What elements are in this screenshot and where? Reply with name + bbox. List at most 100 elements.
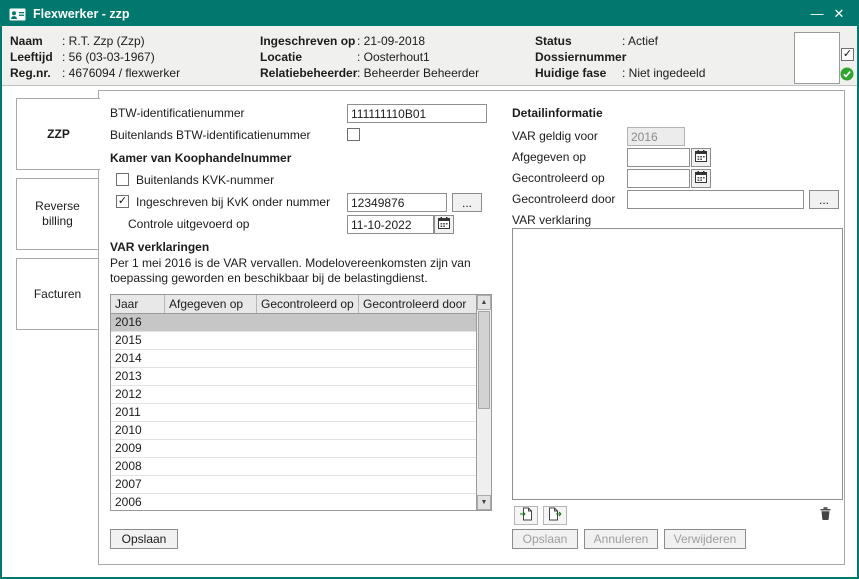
- tab-zzp[interactable]: ZZP: [16, 98, 100, 170]
- cell-gecontroleerd-op: [257, 440, 359, 457]
- cell-gecontroleerd-door: [359, 314, 476, 331]
- column-header-jaar[interactable]: Jaar: [111, 295, 165, 313]
- cell-jaar: 2015: [111, 332, 165, 349]
- kvk-lookup-button[interactable]: ...: [452, 193, 482, 212]
- table-row[interactable]: 2014: [111, 350, 476, 368]
- document-arrow-out-icon: [548, 507, 562, 524]
- calendar-icon: [695, 150, 707, 165]
- scroll-thumb[interactable]: [478, 311, 490, 409]
- table-row[interactable]: 2013: [111, 368, 476, 386]
- var-export-button[interactable]: [543, 506, 567, 525]
- cell-afgegeven-op: [165, 404, 257, 421]
- cell-gecontroleerd-door: [359, 476, 476, 493]
- btw-input[interactable]: [347, 104, 487, 123]
- cell-jaar: 2012: [111, 386, 165, 403]
- cell-gecontroleerd-op: [257, 314, 359, 331]
- dossiernummer-label: Dossiernummer: [535, 49, 622, 65]
- ingeschreven-op-value: : 21-09-2018: [357, 33, 425, 49]
- relatiebeheerder-value: : Beheerder Beheerder: [357, 65, 479, 81]
- gecontroleerd-door-lookup-button[interactable]: ...: [809, 190, 839, 209]
- cell-afgegeven-op: [165, 458, 257, 475]
- foreign-btw-label: Buitenlands BTW-identificatienummer: [110, 127, 311, 143]
- table-row[interactable]: 2011: [111, 404, 476, 422]
- table-row[interactable]: 2010: [111, 422, 476, 440]
- table-row[interactable]: 2006: [111, 494, 476, 510]
- header-checkbox[interactable]: ✓: [841, 48, 854, 61]
- titlebar: Flexwerker - zzp — ✕: [2, 2, 857, 26]
- gecontroleerd-op-input[interactable]: [627, 169, 690, 188]
- tab-facturen[interactable]: Facturen: [16, 258, 99, 330]
- status-value: : Actief: [622, 33, 658, 49]
- cell-jaar: 2016: [111, 314, 165, 331]
- afgegeven-calendar-button[interactable]: [691, 148, 711, 167]
- cell-afgegeven-op: [165, 440, 257, 457]
- gecontroleerd-door-label: Gecontroleerd door: [512, 191, 615, 207]
- gecontroleerd-door-input[interactable]: [627, 190, 804, 209]
- column-header-afgegeven-op[interactable]: Afgegeven op: [165, 295, 257, 313]
- column-header-gecontroleerd-door[interactable]: Gecontroleerd door: [359, 295, 476, 313]
- var-import-button[interactable]: [514, 506, 538, 525]
- foreign-btw-checkbox[interactable]: [347, 128, 360, 141]
- cell-gecontroleerd-op: [257, 350, 359, 367]
- detail-cancel-button: Annuleren: [584, 529, 658, 549]
- calendar-icon: [438, 217, 450, 232]
- status-label: Status: [535, 33, 622, 49]
- cell-gecontroleerd-door: [359, 404, 476, 421]
- cell-gecontroleerd-door: [359, 458, 476, 475]
- zzp-panel: BTW-identificatienummer Buitenlands BTW-…: [98, 90, 845, 565]
- trash-icon: [819, 506, 832, 523]
- controle-date-input[interactable]: [347, 215, 434, 234]
- gecontroleerd-op-label: Gecontroleerd op: [512, 170, 605, 186]
- detail-title: Detailinformatie: [512, 105, 603, 121]
- delete-var-button[interactable]: [815, 505, 835, 524]
- cell-afgegeven-op: [165, 422, 257, 439]
- cell-jaar: 2007: [111, 476, 165, 493]
- scroll-up-button[interactable]: ▲: [477, 295, 491, 310]
- afgegeven-input[interactable]: [627, 148, 690, 167]
- table-row[interactable]: 2007: [111, 476, 476, 494]
- kvk-registered-checkbox[interactable]: ✓: [116, 195, 129, 208]
- cell-gecontroleerd-op: [257, 332, 359, 349]
- cell-gecontroleerd-op: [257, 386, 359, 403]
- close-button[interactable]: ✕: [828, 2, 850, 26]
- regnr-value: : 4676094 / flexwerker: [62, 65, 180, 81]
- tab-reverse-billing[interactable]: Reverse billing: [16, 178, 99, 250]
- cell-afgegeven-op: [165, 314, 257, 331]
- var-verklaring-label: VAR verklaring: [512, 212, 591, 228]
- table-row[interactable]: 2009: [111, 440, 476, 458]
- locatie-label: Locatie: [260, 49, 357, 65]
- kvk-number-input[interactable]: [347, 193, 447, 212]
- cell-jaar: 2006: [111, 494, 165, 510]
- leeftijd-value: : 56 (03-03-1967): [62, 49, 155, 65]
- table-row[interactable]: 2015: [111, 332, 476, 350]
- var-verklaring-textarea[interactable]: [512, 228, 843, 500]
- scroll-down-button[interactable]: ▼: [477, 495, 491, 510]
- cell-gecontroleerd-op: [257, 404, 359, 421]
- detail-save-button: Opslaan: [512, 529, 578, 549]
- var-table: Jaar Afgegeven op Gecontroleerd op Gecon…: [110, 294, 492, 511]
- table-scrollbar[interactable]: ▲ ▼: [476, 295, 491, 510]
- cell-jaar: 2008: [111, 458, 165, 475]
- cell-jaar: 2014: [111, 350, 165, 367]
- huidige-fase-value: : Niet ingedeeld: [622, 65, 705, 81]
- cell-gecontroleerd-door: [359, 368, 476, 385]
- foreign-kvk-checkbox[interactable]: [116, 173, 129, 186]
- cell-gecontroleerd-op: [257, 476, 359, 493]
- table-row[interactable]: 2008: [111, 458, 476, 476]
- cell-jaar: 2013: [111, 368, 165, 385]
- window-title: Flexwerker - zzp: [33, 7, 806, 21]
- controle-calendar-button[interactable]: [434, 215, 454, 234]
- kvk-registered-label: Ingeschreven bij KvK onder nummer: [136, 194, 330, 210]
- gecontroleerd-op-calendar-button[interactable]: [691, 169, 711, 188]
- var-geldig-input: [627, 127, 685, 146]
- table-row[interactable]: 2012: [111, 386, 476, 404]
- column-header-gecontroleerd-op[interactable]: Gecontroleerd op: [257, 295, 359, 313]
- minimize-button[interactable]: —: [806, 2, 828, 26]
- cell-afgegeven-op: [165, 350, 257, 367]
- save-button[interactable]: Opslaan: [110, 529, 178, 549]
- table-row[interactable]: 2016: [111, 314, 476, 332]
- cell-gecontroleerd-op: [257, 458, 359, 475]
- kvk-section-title: Kamer van Koophandelnummer: [110, 150, 291, 166]
- photo-placeholder: [794, 32, 840, 84]
- cell-afgegeven-op: [165, 332, 257, 349]
